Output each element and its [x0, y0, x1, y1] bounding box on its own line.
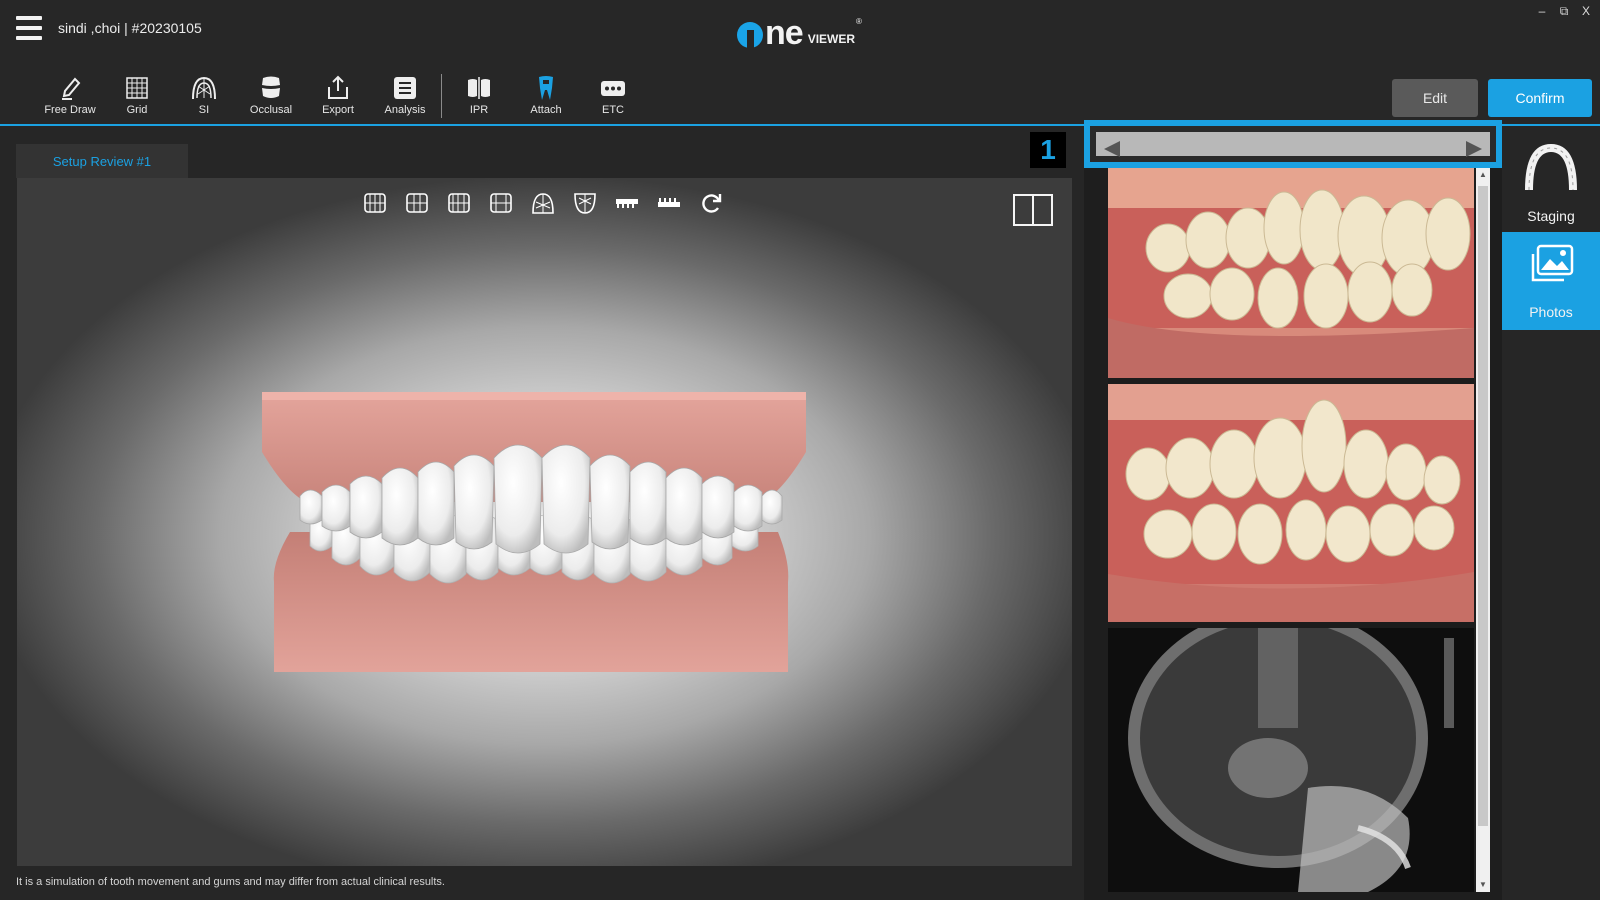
- logo-mark-icon: [737, 22, 763, 48]
- tooth-icon: [262, 76, 280, 98]
- attach-tooth-icon: [539, 76, 553, 100]
- ipr-tool[interactable]: IPR: [446, 74, 512, 116]
- split-view-icon[interactable]: [1013, 194, 1053, 226]
- lower-arch-icon[interactable]: [572, 190, 598, 216]
- upper-arch-icon[interactable]: [530, 190, 556, 216]
- grid-icon: [126, 77, 148, 99]
- front-view-icon[interactable]: [362, 190, 388, 216]
- menu-icon[interactable]: [16, 16, 42, 40]
- back-view-icon[interactable]: [488, 190, 514, 216]
- more-icon: [601, 81, 625, 96]
- scroll-up-icon[interactable]: ▲: [1478, 170, 1488, 180]
- close-button[interactable]: X: [1580, 4, 1592, 19]
- logo-subtitle: VIEWER: [807, 32, 856, 46]
- logo-word: ne: [765, 14, 804, 52]
- analysis-label: Analysis: [384, 104, 426, 116]
- logo-registered-mark: ®: [856, 17, 862, 26]
- window-controls: – ⧉ X: [1536, 4, 1592, 19]
- left-view-icon[interactable]: [446, 190, 472, 216]
- photo-navigator: [1084, 120, 1502, 168]
- export-tool[interactable]: Export: [305, 74, 371, 116]
- tab-setup-review[interactable]: Setup Review #1: [16, 144, 188, 178]
- next-photo-icon[interactable]: [1466, 141, 1482, 157]
- staging-arch-icon: [1525, 144, 1577, 191]
- right-sidebar: Staging Photos: [1502, 128, 1600, 900]
- si-arch-icon: [192, 76, 216, 100]
- list-icon: [394, 77, 416, 99]
- ipr-label: IPR: [469, 104, 489, 116]
- photo-scrollbar[interactable]: ▲ ▼: [1476, 168, 1490, 892]
- etc-label: ETC: [602, 104, 624, 116]
- photos-label: Photos: [1529, 304, 1573, 320]
- confirm-button[interactable]: Confirm: [1488, 79, 1592, 117]
- scroll-down-icon[interactable]: ▼: [1478, 880, 1488, 890]
- ipr-icon: [468, 77, 490, 99]
- free-draw-tool[interactable]: Free Draw: [37, 74, 103, 116]
- right-view-icon[interactable]: [404, 190, 430, 216]
- attach-label: Attach: [530, 104, 562, 116]
- photos-icon: [1531, 244, 1574, 282]
- main-toolbar: Free Draw Grid SI Occlusal Export Analys…: [0, 60, 1600, 126]
- free-draw-label: Free Draw: [44, 104, 96, 116]
- stage-number-badge: 1: [1030, 132, 1066, 168]
- lower-jaw-icon[interactable]: [656, 190, 682, 216]
- restore-button[interactable]: ⧉: [1558, 4, 1570, 19]
- grid-label: Grid: [126, 104, 148, 116]
- attach-tool[interactable]: Attach: [513, 74, 579, 116]
- staging-label: Staging: [1527, 208, 1575, 224]
- toolbar-separator: [441, 74, 442, 118]
- photo-list[interactable]: [1108, 168, 1474, 892]
- analysis-tool[interactable]: Analysis: [372, 74, 438, 116]
- sidebar-item-staging[interactable]: Staging: [1502, 136, 1600, 234]
- intraoral-left-photo[interactable]: [1108, 384, 1474, 622]
- edit-button[interactable]: Edit: [1392, 79, 1478, 117]
- si-label: SI: [198, 104, 210, 116]
- view-toolbar: [362, 190, 724, 216]
- occlusal-label: Occlusal: [249, 104, 293, 116]
- grid-tool[interactable]: Grid: [104, 74, 170, 116]
- previous-photo-icon[interactable]: [1104, 141, 1120, 157]
- patient-info: sindi ,choi | #20230105: [58, 20, 202, 36]
- intraoral-right-photo[interactable]: [1108, 168, 1474, 378]
- photo-nav-bar: [1096, 132, 1490, 157]
- dental-3d-model[interactable]: [262, 392, 806, 672]
- sidebar-item-photos[interactable]: Photos: [1502, 232, 1600, 330]
- minimize-button[interactable]: –: [1536, 4, 1548, 19]
- etc-tool[interactable]: ETC: [580, 74, 646, 116]
- app-logo: ne VIEWER ®: [737, 12, 862, 52]
- rotate-icon[interactable]: [698, 190, 724, 216]
- upper-jaw-icon[interactable]: [614, 190, 640, 216]
- scroll-thumb[interactable]: [1478, 186, 1488, 826]
- simulation-disclaimer: It is a simulation of tooth movement and…: [16, 876, 445, 888]
- cephalometric-xray[interactable]: [1108, 628, 1474, 892]
- occlusal-tool[interactable]: Occlusal: [238, 74, 304, 116]
- 3d-viewport[interactable]: [17, 178, 1072, 866]
- si-tool[interactable]: SI: [171, 74, 237, 116]
- pencil-icon: [62, 77, 81, 100]
- export-icon: [328, 75, 348, 99]
- export-label: Export: [322, 104, 354, 116]
- title-bar: sindi ,choi | #20230105 ne VIEWER ® – ⧉ …: [0, 0, 1600, 60]
